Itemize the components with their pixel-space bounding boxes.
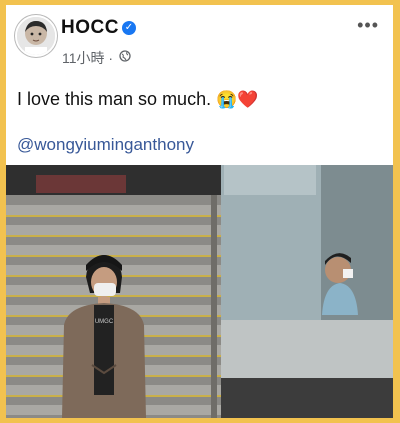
post-header: HOCC ✓ 11小時 · •••	[6, 5, 393, 75]
mention-link[interactable]: @wongyiuminganthony	[17, 135, 194, 155]
post-photo[interactable]: UMGC	[6, 165, 393, 418]
post-text: I love this man so much. 😭❤️	[17, 89, 258, 110]
facebook-post-card: HOCC ✓ 11小時 · ••• I love this man so muc…	[6, 5, 393, 418]
shirt-text: UMGC	[95, 319, 114, 325]
author-name[interactable]: HOCC	[61, 17, 119, 39]
post-timestamp[interactable]: 11小時 ·	[62, 48, 113, 68]
globe-icon	[119, 50, 131, 62]
post-emoji: 😭❤️	[216, 90, 259, 109]
verified-badge-icon: ✓	[122, 21, 136, 35]
post-text-body: I love this man so much.	[17, 89, 212, 109]
more-options-icon[interactable]: •••	[357, 15, 379, 36]
avatar[interactable]	[15, 15, 57, 57]
